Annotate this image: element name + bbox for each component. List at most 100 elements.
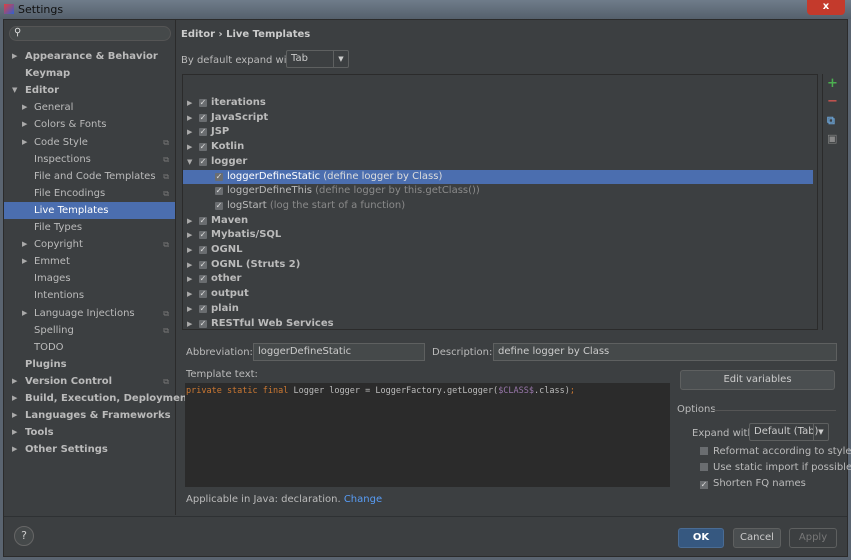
sidebar-item[interactable]: Inspections ⧉ bbox=[4, 151, 175, 168]
static-import-checkbox[interactable]: Use static import if possible bbox=[700, 462, 851, 474]
template-group[interactable]: ▶ ✓ JavaScript bbox=[183, 111, 813, 126]
check-icon[interactable]: ✓ bbox=[199, 216, 207, 225]
sidebar-item[interactable]: Live Templates bbox=[4, 201, 175, 219]
expand-dropdown[interactable]: Tab ▼ bbox=[286, 50, 349, 68]
sidebar-item[interactable]: Intentions bbox=[4, 287, 175, 304]
sidebar-item[interactable]: ▶ General bbox=[4, 99, 175, 116]
cancel-button[interactable]: Cancel bbox=[733, 528, 781, 548]
check-icon[interactable]: ✓ bbox=[199, 319, 207, 328]
check-icon[interactable]: ✓ bbox=[215, 172, 223, 181]
sidebar-item[interactable]: ▶ Languages & Frameworks bbox=[4, 407, 175, 424]
sidebar-item[interactable]: ▶ Other Settings bbox=[4, 441, 175, 458]
chevron-right-icon[interactable]: ▶ bbox=[22, 134, 27, 151]
chevron-right-icon[interactable]: ▶ bbox=[187, 287, 192, 302]
sidebar-item[interactable]: Images bbox=[4, 270, 175, 287]
chevron-right-icon[interactable]: ▶ bbox=[12, 373, 17, 390]
shorten-fq-checkbox[interactable]: ✓ Shorten FQ names bbox=[700, 478, 806, 490]
template-item[interactable]: ✓ logStart (log the start of a function) bbox=[183, 199, 813, 214]
template-group[interactable]: ▼ ✓ logger bbox=[183, 155, 813, 170]
template-group[interactable]: ▶ ✓ output bbox=[183, 287, 813, 302]
check-icon[interactable]: ✓ bbox=[199, 231, 207, 240]
check-icon[interactable]: ✓ bbox=[199, 113, 207, 122]
template-group[interactable]: ▶ ✓ Kotlin bbox=[183, 140, 813, 155]
chevron-right-icon[interactable]: ▶ bbox=[12, 441, 17, 458]
check-icon[interactable]: ✓ bbox=[199, 260, 207, 269]
chevron-right-icon[interactable]: ▶ bbox=[187, 243, 192, 258]
template-group[interactable]: ▶ ✓ plain bbox=[183, 302, 813, 317]
chevron-right-icon[interactable]: ▶ bbox=[187, 272, 192, 287]
chevron-right-icon[interactable]: ▶ bbox=[12, 48, 17, 65]
chevron-right-icon[interactable]: ▶ bbox=[187, 228, 192, 243]
description-input[interactable]: define logger by Class bbox=[493, 343, 837, 361]
chevron-down-icon[interactable]: ▼ bbox=[187, 155, 192, 170]
template-text-editor[interactable]: private static final Logger logger = Log… bbox=[185, 383, 670, 487]
check-icon[interactable]: ✓ bbox=[199, 128, 207, 137]
template-group[interactable]: ▶ ✓ RESTful Web Services bbox=[183, 317, 813, 330]
check-icon[interactable]: ✓ bbox=[199, 246, 207, 254]
sidebar-item[interactable]: File Types bbox=[4, 219, 175, 236]
sidebar-item[interactable]: ▶ Language Injections ⧉ bbox=[4, 305, 175, 322]
template-item[interactable]: ✓ loggerDefineThis (define logger by this… bbox=[183, 184, 813, 199]
reformat-checkbox[interactable]: Reformat according to style bbox=[700, 446, 851, 458]
check-icon[interactable]: ✓ bbox=[199, 304, 207, 313]
change-link[interactable]: Change bbox=[344, 494, 382, 505]
chevron-right-icon[interactable]: ▶ bbox=[12, 424, 17, 441]
sidebar-item[interactable]: TODO bbox=[4, 339, 175, 356]
chevron-right-icon[interactable]: ▶ bbox=[12, 390, 17, 407]
template-group[interactable]: ▶ ✓ iterations bbox=[183, 96, 813, 111]
template-group[interactable]: ▶ ✓ JSP bbox=[183, 125, 813, 140]
restore-icon[interactable]: ▣ bbox=[827, 132, 837, 145]
remove-icon[interactable]: − bbox=[827, 94, 838, 109]
chevron-right-icon[interactable]: ▶ bbox=[22, 253, 27, 270]
sidebar-item[interactable]: File Encodings ⧉ bbox=[4, 185, 175, 202]
apply-button[interactable]: Apply bbox=[789, 528, 837, 548]
sidebar-item[interactable]: ▶ Version Control ⧉ bbox=[4, 373, 175, 390]
chevron-right-icon[interactable]: ▶ bbox=[187, 125, 192, 140]
copy-icon[interactable]: ⧉ bbox=[827, 114, 835, 128]
chevron-right-icon[interactable]: ▶ bbox=[22, 99, 27, 116]
sidebar-item[interactable]: Spelling ⧉ bbox=[4, 322, 175, 339]
template-group[interactable]: ▶ ✓ other bbox=[183, 272, 813, 287]
sidebar-item[interactable]: ▶ Appearance & Behavior bbox=[4, 48, 175, 65]
chevron-right-icon[interactable]: ▶ bbox=[187, 302, 192, 317]
chevron-right-icon[interactable]: ▶ bbox=[187, 214, 192, 229]
check-icon[interactable]: ✓ bbox=[199, 143, 207, 152]
close-button[interactable]: x bbox=[807, 0, 845, 15]
chevron-right-icon[interactable]: ▶ bbox=[22, 305, 27, 322]
chevron-right-icon[interactable]: ▶ bbox=[187, 140, 192, 155]
sidebar-item[interactable]: ▶ Emmet bbox=[4, 253, 175, 270]
add-icon[interactable]: + bbox=[827, 76, 838, 91]
template-group[interactable]: ▶ ✓ Mybatis/SQL bbox=[183, 228, 813, 243]
sidebar-item[interactable]: ▶ Copyright ⧉ bbox=[4, 236, 175, 253]
chevron-right-icon[interactable]: ▶ bbox=[12, 407, 17, 424]
edit-variables-button[interactable]: Edit variables bbox=[680, 370, 835, 390]
sidebar-item[interactable]: ▼ Editor bbox=[4, 82, 175, 99]
chevron-right-icon[interactable]: ▶ bbox=[187, 258, 192, 273]
template-group[interactable]: ▶ ✓ OGNL (Struts 2) bbox=[183, 258, 813, 273]
check-icon[interactable]: ✓ bbox=[215, 201, 223, 210]
sidebar-item[interactable]: ▶ Build, Execution, Deployment bbox=[4, 390, 192, 407]
check-icon[interactable]: ✓ bbox=[199, 275, 207, 284]
chevron-right-icon[interactable]: ▶ bbox=[187, 111, 192, 126]
chevron-right-icon[interactable]: ▶ bbox=[187, 317, 192, 330]
chevron-right-icon[interactable]: ▶ bbox=[22, 116, 27, 133]
check-icon[interactable]: ✓ bbox=[199, 157, 207, 166]
ok-button[interactable]: OK bbox=[678, 528, 724, 548]
chevron-right-icon[interactable]: ▶ bbox=[187, 96, 192, 111]
search-input[interactable]: ⚲ bbox=[9, 26, 171, 41]
sidebar-item[interactable]: ▶ Colors & Fonts bbox=[4, 116, 175, 133]
template-group[interactable]: ▶ ✓ OGNL bbox=[183, 243, 813, 258]
sidebar-item[interactable]: ▶ Tools bbox=[4, 424, 175, 441]
help-button[interactable]: ? bbox=[14, 526, 34, 546]
template-group[interactable]: ▶ ✓ Maven bbox=[183, 214, 813, 229]
sidebar-item[interactable]: File and Code Templates ⧉ bbox=[4, 168, 175, 185]
template-item[interactable]: ✓ loggerDefineStatic (define logger by Cl… bbox=[183, 169, 813, 185]
check-icon[interactable]: ✓ bbox=[199, 290, 207, 299]
sidebar-item[interactable]: Plugins bbox=[4, 356, 175, 373]
check-icon[interactable]: ✓ bbox=[199, 99, 207, 107]
abbreviation-input[interactable]: loggerDefineStatic bbox=[253, 343, 425, 361]
sidebar-item[interactable]: ▶ Code Style ⧉ bbox=[4, 134, 175, 151]
chevron-down-icon[interactable]: ▼ bbox=[12, 82, 17, 99]
check-icon[interactable]: ✓ bbox=[215, 187, 223, 196]
expand-with-dropdown[interactable]: Default (Tab) ▼ bbox=[749, 423, 829, 441]
